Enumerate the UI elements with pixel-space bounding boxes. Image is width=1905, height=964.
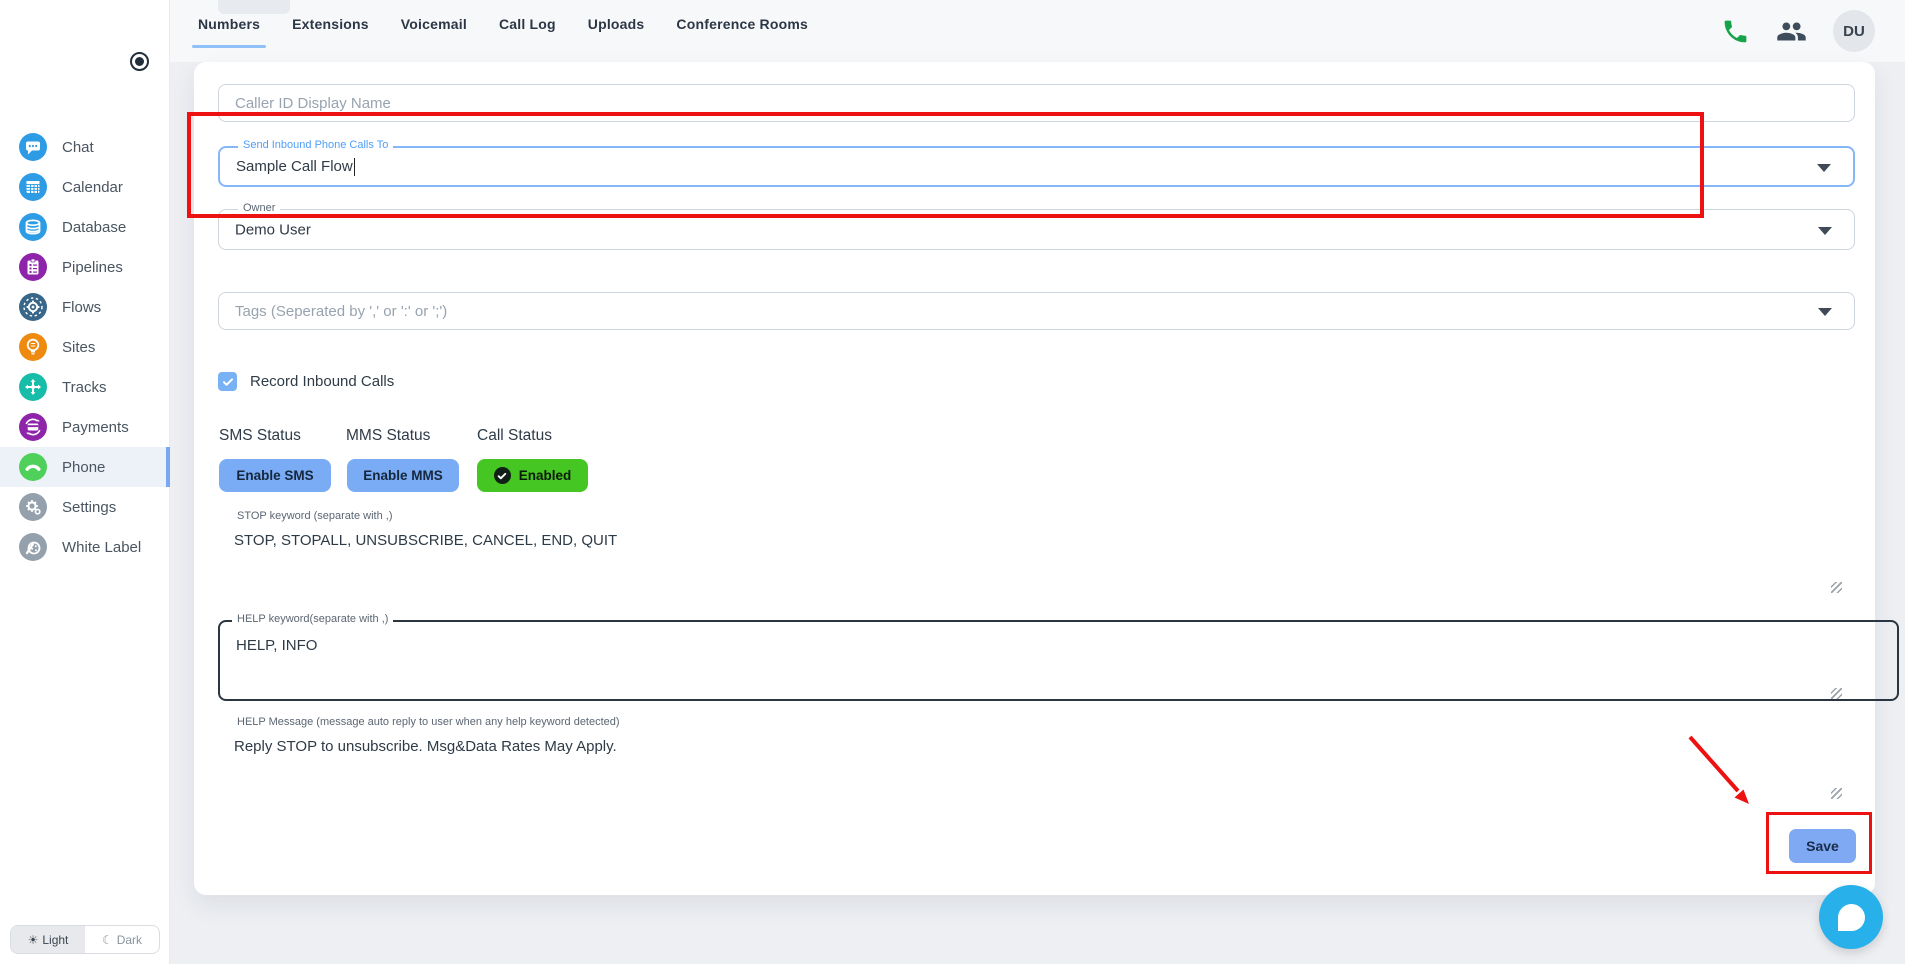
chat-bubble-icon bbox=[1838, 904, 1865, 931]
people-icon[interactable] bbox=[1776, 16, 1807, 47]
tab-numbers[interactable]: Numbers bbox=[198, 16, 260, 54]
sidebar: Chat Calendar Database Pipelines Flows S bbox=[0, 0, 170, 964]
call-status-label: Call Status bbox=[477, 427, 552, 445]
sidebar-item-chat[interactable]: Chat bbox=[0, 127, 170, 167]
top-bar: Numbers Extensions Voicemail Call Log Up… bbox=[0, 0, 1905, 62]
sidebar-item-database[interactable]: Database bbox=[0, 207, 170, 247]
call-status-enabled-button[interactable]: Enabled bbox=[477, 459, 588, 492]
caller-id-input[interactable] bbox=[219, 85, 1854, 121]
chat-widget-button[interactable] bbox=[1819, 885, 1883, 949]
moon-icon: ☾ bbox=[102, 933, 113, 947]
phone-icon bbox=[19, 453, 47, 481]
record-inbound-label: Record Inbound Calls bbox=[250, 373, 394, 390]
tab-conference-rooms[interactable]: Conference Rooms bbox=[676, 16, 808, 54]
settings-icon bbox=[19, 493, 47, 521]
resize-handle[interactable] bbox=[1831, 582, 1842, 593]
tab-extensions[interactable]: Extensions bbox=[292, 16, 369, 54]
send-inbound-value: Sample Call Flow bbox=[236, 158, 353, 175]
sms-status-label: SMS Status bbox=[219, 427, 301, 445]
page: Numbers Extensions Voicemail Call Log Up… bbox=[0, 0, 1905, 964]
save-button[interactable]: Save bbox=[1789, 829, 1856, 863]
sidebar-item-label: Chat bbox=[62, 139, 94, 156]
record-inbound-checkbox[interactable] bbox=[218, 372, 237, 391]
help-message-label: HELP Message (message auto reply to user… bbox=[232, 716, 625, 728]
flows-icon bbox=[19, 293, 47, 321]
tab-call-log[interactable]: Call Log bbox=[499, 16, 556, 54]
owner-label: Owner bbox=[238, 202, 280, 214]
check-icon bbox=[222, 376, 234, 388]
call-icon[interactable] bbox=[1721, 17, 1750, 46]
ghost-highlight bbox=[218, 0, 290, 14]
sidebar-item-tracks[interactable]: Tracks bbox=[0, 367, 170, 407]
sidebar-item-label: Tracks bbox=[62, 379, 106, 396]
chevron-down-icon[interactable] bbox=[1817, 164, 1831, 172]
sidebar-nav: Chat Calendar Database Pipelines Flows S bbox=[0, 127, 170, 567]
sidebar-item-white-label[interactable]: White Label bbox=[0, 527, 170, 567]
database-icon bbox=[19, 213, 47, 241]
payments-icon bbox=[19, 413, 47, 441]
sidebar-item-label: Database bbox=[62, 219, 126, 236]
theme-light-button[interactable]: ☀ Light bbox=[11, 926, 85, 953]
tags-input[interactable] bbox=[219, 293, 1804, 329]
help-message-textarea[interactable]: Reply STOP to unsubscribe. Msg&Data Rate… bbox=[218, 723, 1899, 800]
enabled-label: Enabled bbox=[519, 468, 572, 483]
help-keyword-label: HELP keyword(separate with ,) bbox=[232, 613, 393, 625]
sidebar-item-calendar[interactable]: Calendar bbox=[0, 167, 170, 207]
chat-icon bbox=[19, 133, 47, 161]
send-inbound-label: Send Inbound Phone Calls To bbox=[238, 139, 393, 151]
mms-status-label: MMS Status bbox=[346, 427, 430, 445]
send-inbound-select[interactable]: Sample Call Flow bbox=[218, 146, 1855, 187]
sidebar-item-phone[interactable]: Phone bbox=[0, 447, 170, 487]
sidebar-item-label: Calendar bbox=[62, 179, 123, 196]
stop-keyword-textarea[interactable]: STOP, STOPALL, UNSUBSCRIBE, CANCEL, END,… bbox=[218, 517, 1899, 594]
chevron-down-icon[interactable] bbox=[1818, 308, 1832, 316]
tags-field bbox=[218, 292, 1855, 330]
sites-icon bbox=[19, 333, 47, 361]
sidebar-item-label: Sites bbox=[62, 339, 95, 356]
caller-id-field bbox=[218, 84, 1855, 122]
theme-light-label: Light bbox=[42, 933, 68, 947]
sidebar-item-settings[interactable]: Settings bbox=[0, 487, 170, 527]
sun-icon: ☀ bbox=[28, 933, 39, 947]
calendar-icon bbox=[19, 173, 47, 201]
theme-toggle: ☀ Light ☾ Dark bbox=[10, 925, 160, 954]
resize-handle[interactable] bbox=[1831, 688, 1842, 699]
enable-sms-button[interactable]: Enable SMS bbox=[219, 459, 331, 492]
sidebar-item-label: Flows bbox=[62, 299, 101, 316]
sidebar-item-label: Payments bbox=[62, 419, 129, 436]
white-label-icon bbox=[19, 533, 47, 561]
pipelines-icon bbox=[19, 253, 47, 281]
record-inbound-row: Record Inbound Calls bbox=[218, 372, 394, 391]
theme-dark-label: Dark bbox=[117, 933, 142, 947]
sidebar-item-label: White Label bbox=[62, 539, 141, 556]
tracks-icon bbox=[19, 373, 47, 401]
phone-number-settings-panel: Send Inbound Phone Calls To Sample Call … bbox=[194, 62, 1875, 895]
resize-handle[interactable] bbox=[1831, 788, 1842, 799]
check-circle-icon bbox=[494, 467, 511, 484]
sidebar-item-label: Pipelines bbox=[62, 259, 123, 276]
theme-dark-button[interactable]: ☾ Dark bbox=[85, 926, 159, 953]
sidebar-item-sites[interactable]: Sites bbox=[0, 327, 170, 367]
user-avatar[interactable]: DU bbox=[1833, 10, 1875, 52]
sidebar-item-label: Settings bbox=[62, 499, 116, 516]
sidebar-item-flows[interactable]: Flows bbox=[0, 287, 170, 327]
chevron-down-icon[interactable] bbox=[1818, 227, 1832, 235]
sidebar-collapse-icon[interactable] bbox=[130, 52, 149, 71]
sidebar-item-pipelines[interactable]: Pipelines bbox=[0, 247, 170, 287]
text-cursor bbox=[354, 158, 355, 176]
owner-value: Demo User bbox=[235, 221, 311, 238]
help-keyword-textarea[interactable]: HELP, INFO bbox=[218, 620, 1899, 701]
stop-keyword-label: STOP keyword (separate with ,) bbox=[232, 510, 398, 522]
tab-uploads[interactable]: Uploads bbox=[588, 16, 645, 54]
owner-select[interactable]: Demo User bbox=[218, 209, 1855, 250]
tab-bar: Numbers Extensions Voicemail Call Log Up… bbox=[198, 16, 808, 54]
sidebar-item-label: Phone bbox=[62, 459, 105, 476]
sidebar-item-payments[interactable]: Payments bbox=[0, 407, 170, 447]
tab-voicemail[interactable]: Voicemail bbox=[401, 16, 467, 54]
enable-mms-button[interactable]: Enable MMS bbox=[347, 459, 459, 492]
